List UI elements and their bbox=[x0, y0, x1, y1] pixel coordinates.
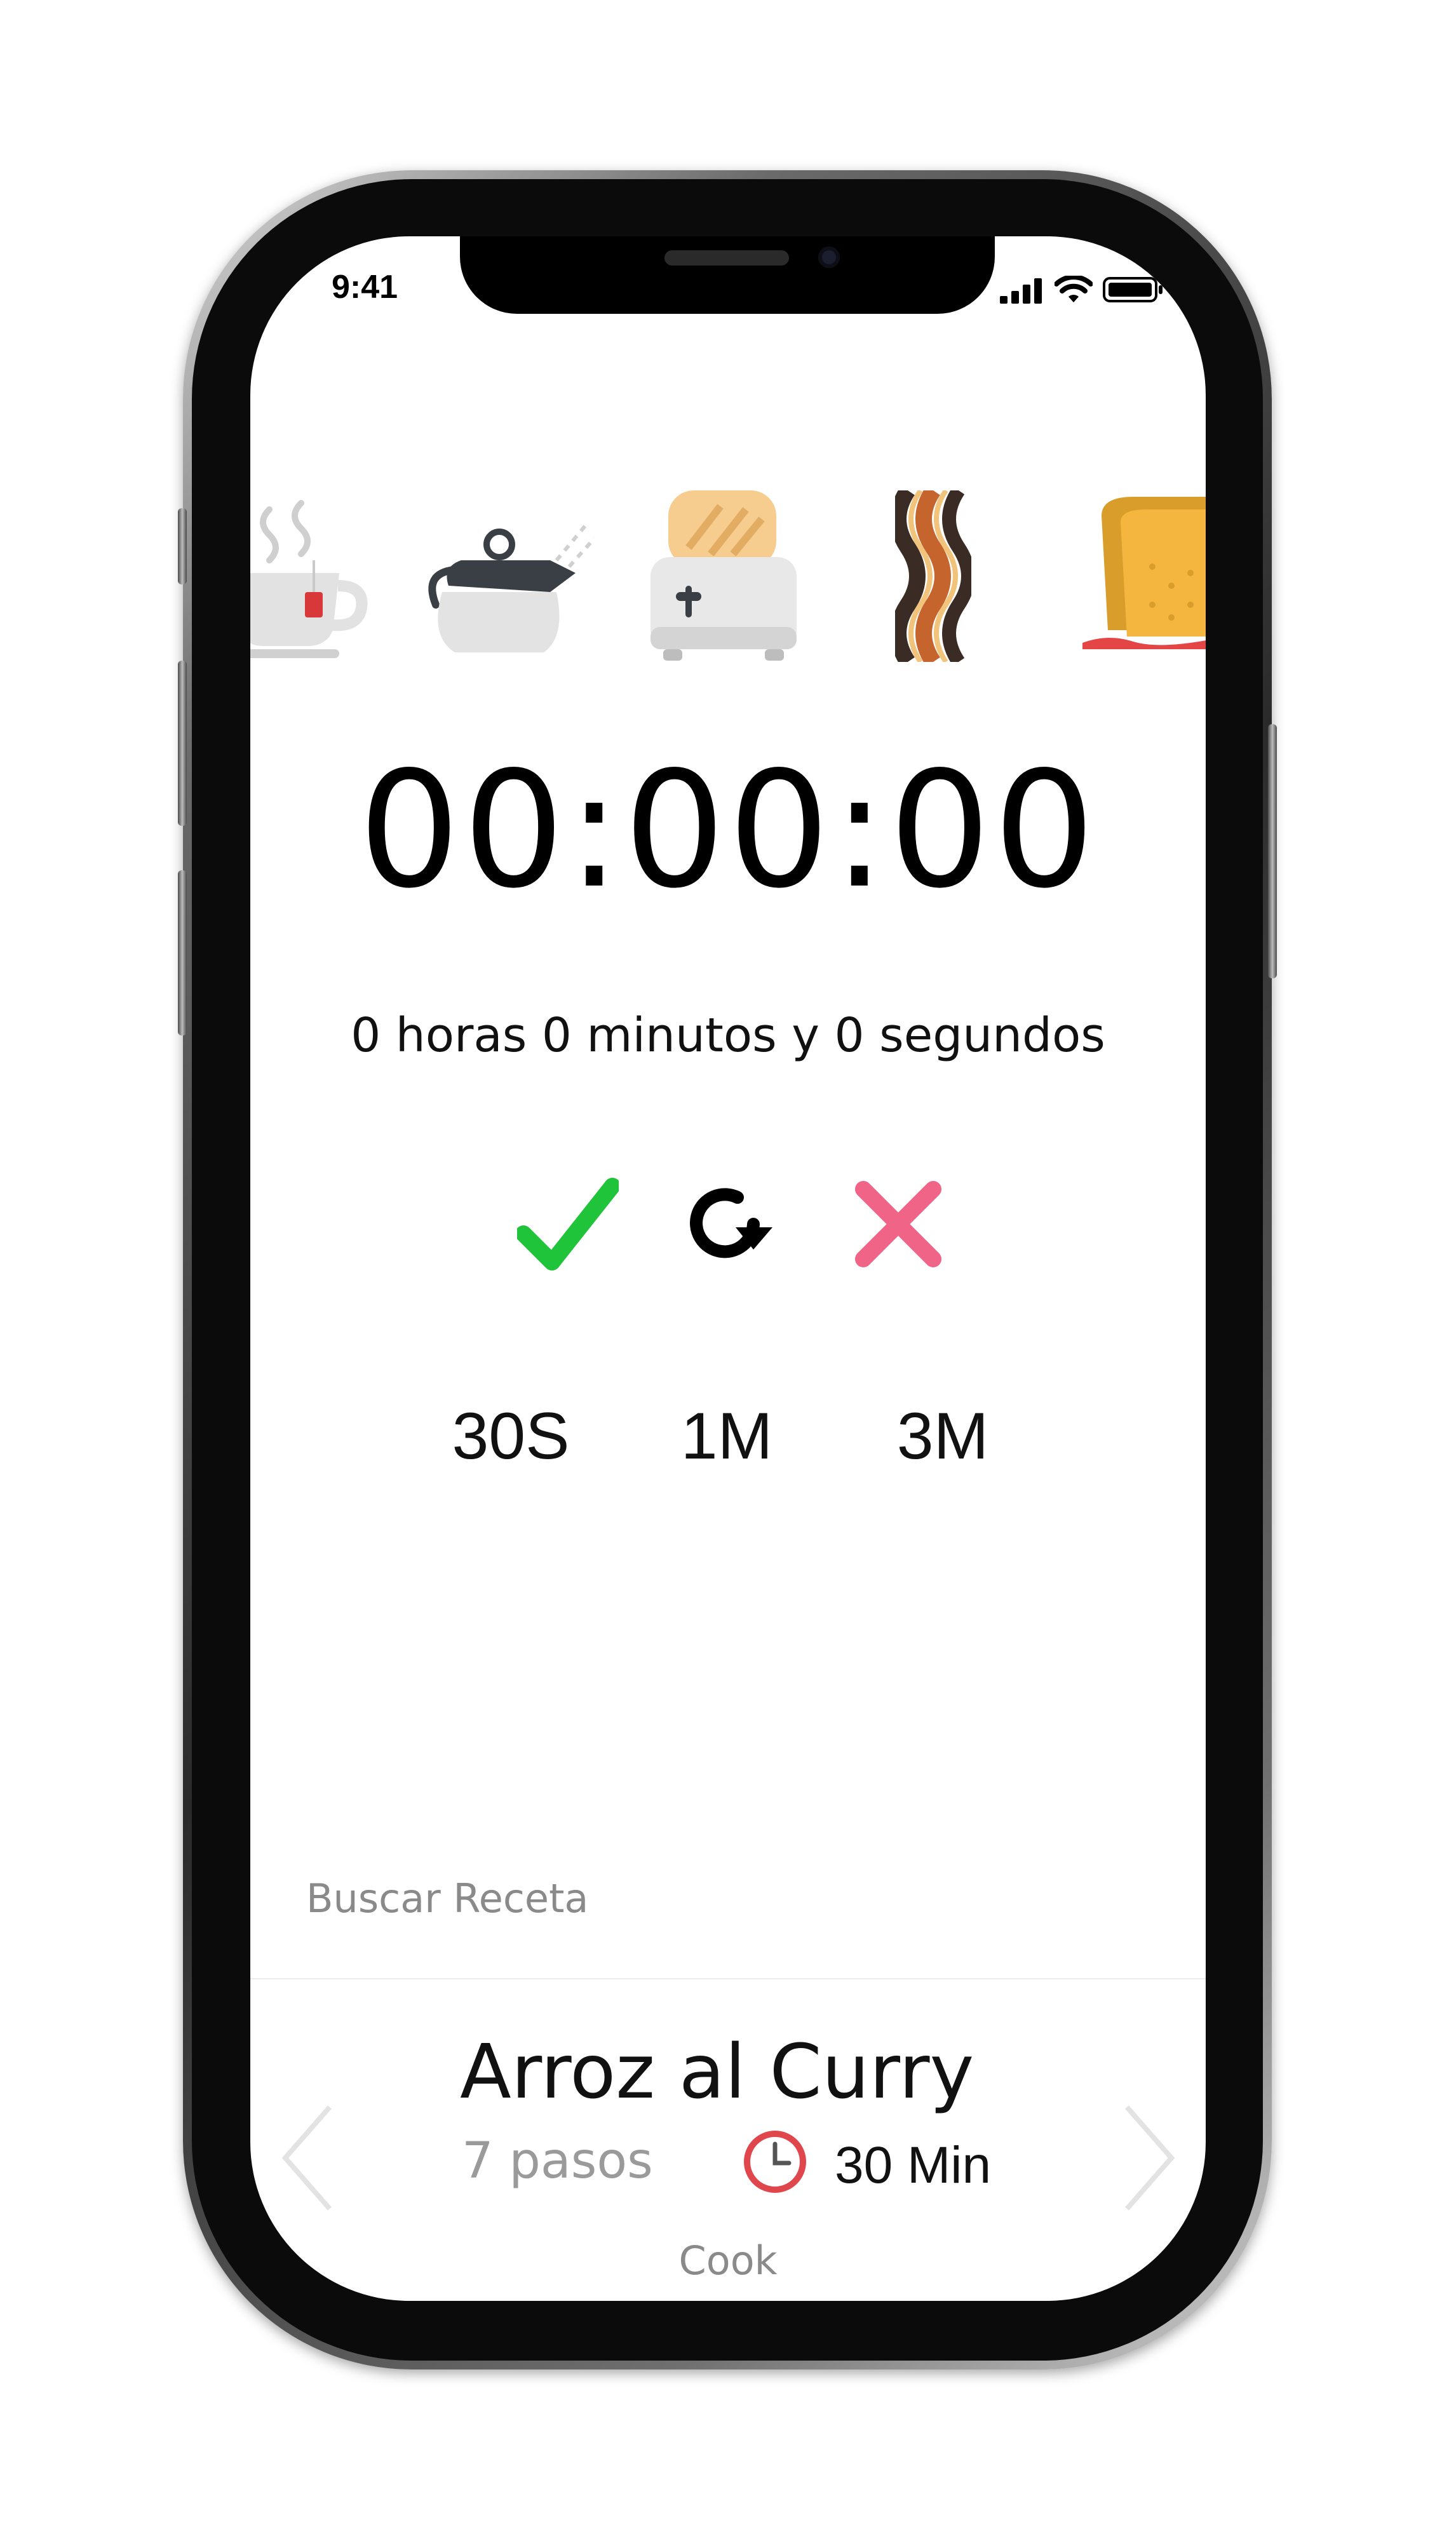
volume-up-button bbox=[178, 661, 187, 826]
confirm-check-icon[interactable] bbox=[517, 1173, 619, 1275]
battery-icon bbox=[1103, 277, 1163, 302]
cancel-x-icon[interactable] bbox=[847, 1173, 949, 1275]
recipe-title[interactable]: Arroz al Curry bbox=[460, 2028, 974, 2115]
status-icons bbox=[1000, 276, 1164, 304]
wifi-icon bbox=[1055, 276, 1093, 302]
preset-3m-button[interactable]: 3M bbox=[860, 1399, 1025, 1474]
recipe-steps: 7 pasos bbox=[462, 2133, 653, 2190]
toast-bread-icon[interactable] bbox=[1082, 497, 1206, 662]
mute-switch bbox=[178, 508, 187, 584]
cook-tab[interactable]: Cook bbox=[250, 2237, 1206, 2284]
status-time: 9:41 bbox=[332, 269, 398, 306]
search-recipe-link[interactable]: Buscar Receta bbox=[306, 1875, 588, 1922]
app-screen: 9:41 00:00:00 0 horas 0 minutos y 0 segu… bbox=[250, 236, 1206, 2301]
divider bbox=[250, 1978, 1206, 1979]
bacon-icon[interactable] bbox=[895, 490, 971, 662]
preset-1m-button[interactable]: 1M bbox=[644, 1399, 809, 1474]
reset-refresh-icon[interactable] bbox=[677, 1173, 779, 1275]
timer-description: 0 horas 0 minutos y 0 segundos bbox=[351, 1008, 1105, 1063]
volume-down-button bbox=[178, 870, 187, 1035]
clock-icon bbox=[744, 2131, 806, 2193]
speaker-grille bbox=[664, 250, 789, 266]
notch bbox=[460, 236, 995, 314]
kettle-icon[interactable] bbox=[417, 509, 595, 662]
signal-icon bbox=[1000, 278, 1042, 304]
timer-controls bbox=[250, 1173, 1206, 1288]
power-button bbox=[1268, 724, 1277, 978]
chevron-left-icon[interactable] bbox=[273, 2101, 342, 2215]
preset-30s-button[interactable]: 30S bbox=[428, 1399, 593, 1474]
chevron-right-icon[interactable] bbox=[1114, 2101, 1184, 2215]
tea-cup-icon[interactable] bbox=[250, 490, 371, 662]
recipe-time: 30 Min bbox=[835, 2136, 992, 2194]
food-icon-carousel[interactable] bbox=[250, 490, 1206, 668]
toaster-icon[interactable] bbox=[650, 490, 797, 662]
timer-display: 00:00:00 bbox=[358, 738, 1098, 924]
front-camera bbox=[818, 246, 840, 268]
